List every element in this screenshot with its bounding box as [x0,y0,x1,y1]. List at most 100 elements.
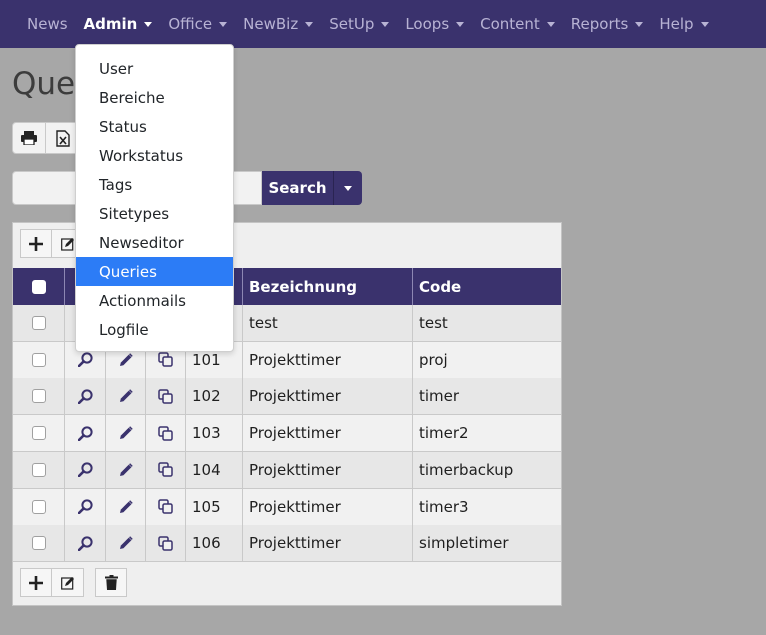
nav-item-admin[interactable]: Admin [76,15,161,33]
magnifier-icon [77,389,93,404]
admin-menu-item-status[interactable]: Status [76,112,233,141]
row-checkbox[interactable] [31,352,46,367]
nav-item-label: Office [168,15,213,33]
pencil-icon [119,352,133,366]
row-select-cell [13,451,65,489]
edit-button[interactable] [106,525,146,563]
admin-menu-item-logfile[interactable]: Logfile [76,315,233,344]
edit-button[interactable] [106,378,146,416]
id-cell: 103 [186,415,243,453]
pencil-icon [119,389,133,403]
bezeichnung-cell: Projekttimer [243,451,413,489]
row-select-cell [13,488,65,526]
table-row[interactable]: 102 Projekttimer timer [13,378,561,416]
caret-down-icon [700,21,709,27]
row-select-cell [13,525,65,563]
pencil-icon [119,499,133,513]
admin-dropdown-menu: User Bereiche Status Workstatus Tags Sitetype… [75,44,234,352]
view-button[interactable] [65,378,106,416]
pencil-icon [119,463,133,476]
nav-item-label: Loops [405,15,450,33]
view-button[interactable] [65,488,106,526]
bezeichnung-cell: Projekttimer [243,341,413,379]
admin-menu-item-actionmails[interactable]: Actionmails [76,286,233,315]
copy-button[interactable] [146,415,186,453]
nav-item-content[interactable]: Content [472,15,563,33]
nav-item-label: News [27,15,68,33]
add-button[interactable] [20,229,52,258]
code-cell: simpletimer [413,525,561,563]
copy-button[interactable] [146,451,186,489]
code-cell: timer3 [413,489,561,526]
view-button[interactable] [65,525,106,563]
id-cell: 105 [186,488,243,526]
code-cell: proj [413,342,561,379]
edit-button[interactable] [106,451,146,489]
search-options-toggle[interactable] [334,171,362,205]
copy-button[interactable] [146,488,186,526]
edit-button[interactable] [106,415,146,453]
admin-menu-item-workstatus[interactable]: Workstatus [76,141,233,170]
nav-item-reports[interactable]: Reports [563,15,652,33]
code-cell: timer [413,378,561,416]
copy-button[interactable] [146,525,186,563]
nav-item-label: NewBiz [243,15,299,33]
magnifier-icon [77,536,93,551]
row-checkbox[interactable] [31,389,46,404]
nav-item-newbiz[interactable]: NewBiz [235,15,321,33]
row-checkbox[interactable] [31,462,46,477]
row-select-cell [13,341,65,379]
nav-item-setup[interactable]: SetUp [321,15,397,33]
plus-icon [29,575,43,590]
view-button[interactable] [65,415,106,453]
row-checkbox[interactable] [31,536,46,551]
delete-button[interactable] [95,568,127,597]
admin-menu-item-bereiche[interactable]: Bereiche [76,83,233,112]
admin-menu-item-newseditor[interactable]: Newseditor [76,228,233,257]
nav-item-label: Admin [83,15,138,33]
row-checkbox[interactable] [31,316,46,330]
nav-item-loops[interactable]: Loops [397,15,472,33]
magnifier-icon [77,462,93,478]
code-cell: timer2 [413,415,561,453]
code-col-header[interactable]: Code [413,268,561,305]
id-cell: 102 [186,378,243,416]
row-checkbox[interactable] [31,426,46,441]
admin-menu-item-user[interactable]: User [76,54,233,83]
bezeichnung-col-header[interactable]: Bezeichnung [243,268,413,305]
table-row[interactable]: 106 Projekttimer simpletimer [13,525,561,563]
nav-item-label: SetUp [329,15,375,33]
id-cell: 104 [186,451,243,489]
caret-down-icon [305,21,314,27]
row-checkbox[interactable] [31,499,46,514]
bezeichnung-cell: Projekttimer [243,378,413,416]
table-row[interactable]: 104 Projekttimer timerbackup [13,451,561,489]
plus-icon [29,236,43,251]
view-button[interactable] [65,451,106,489]
copy-button[interactable] [146,378,186,416]
caret-down-icon [344,185,352,191]
code-cell: test [413,305,561,342]
pencil-icon [119,426,133,440]
nav-item-news[interactable]: News [19,15,76,33]
add-button-bottom[interactable] [20,568,52,597]
table-row[interactable]: 105 Projekttimer timer3 [13,488,561,526]
nav-item-label: Help [659,15,694,33]
admin-menu-item-sitetypes[interactable]: Sitetypes [76,199,233,228]
table-row[interactable]: 103 Projekttimer timer2 [13,415,561,453]
bezeichnung-cell: Projekttimer [243,525,413,563]
print-button[interactable] [13,123,46,153]
pencil-icon [119,536,133,550]
copy-icon [158,535,173,551]
select-all-checkbox[interactable] [31,279,46,294]
row-select-cell [13,305,65,342]
top-navbar: News Admin Office NewBiz SetUp Loops Content Re… [0,0,766,48]
excel-icon [55,129,70,147]
nav-item-office[interactable]: Office [160,15,235,33]
nav-item-help[interactable]: Help [651,15,716,33]
search-button[interactable]: Search [262,171,334,205]
admin-menu-item-tags[interactable]: Tags [76,170,233,199]
edit-selected-button-bottom[interactable] [52,568,84,597]
admin-menu-item-queries[interactable]: Queries [76,257,233,286]
edit-button[interactable] [106,488,146,526]
